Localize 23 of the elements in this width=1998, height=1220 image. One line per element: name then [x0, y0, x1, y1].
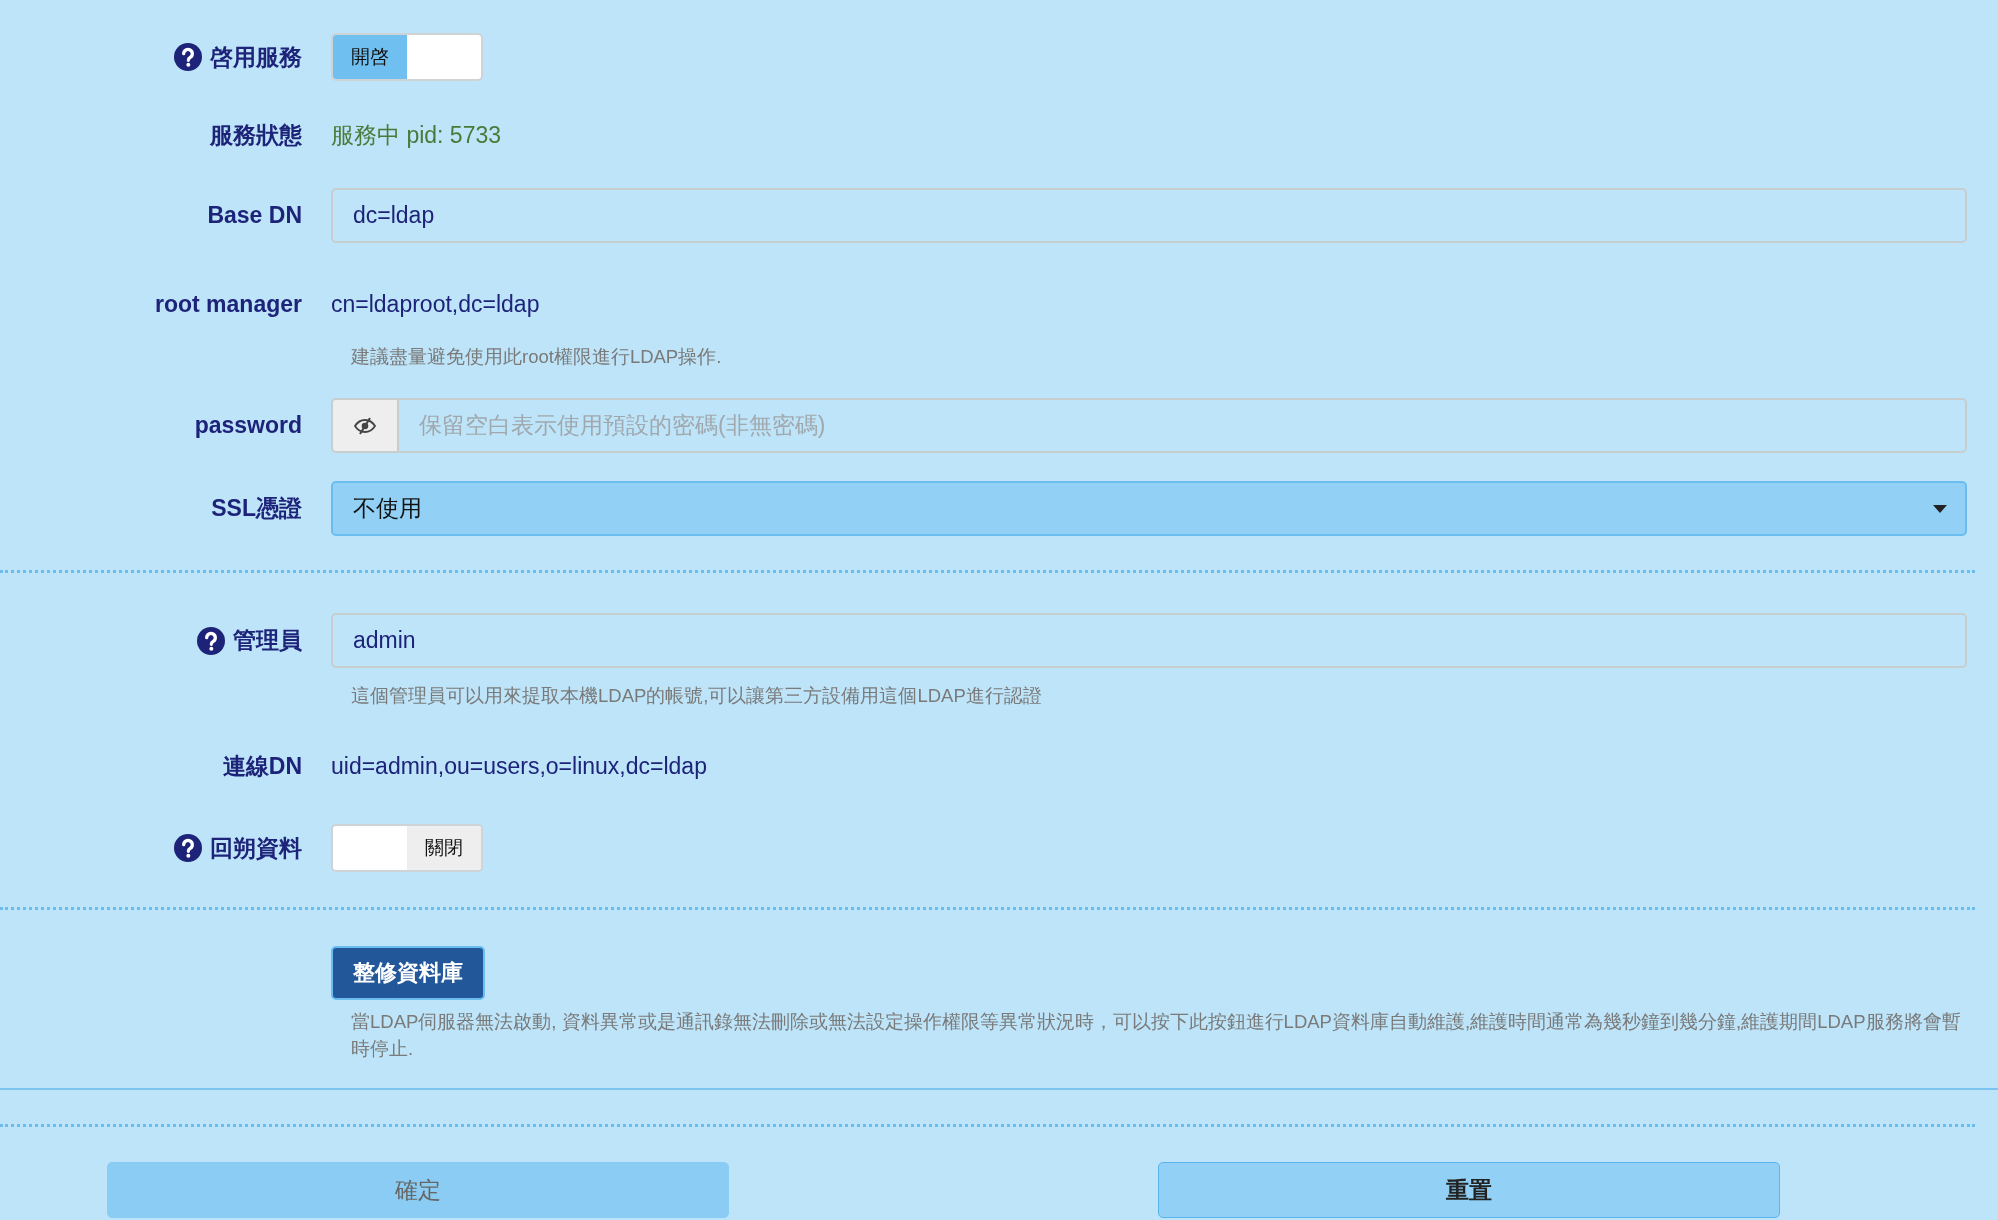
input-field[interactable]: dc=ldap: [331, 188, 1967, 243]
field-label: 服務狀態: [210, 120, 302, 150]
value-text: uid=admin,ou=users,o=linux,dc=ldap: [331, 752, 707, 780]
hint-text: 這個管理員可以用來提取本機LDAP的帳號,可以讓第三方設備用這個LDAP進行認證: [350, 684, 1043, 708]
toggle-switch[interactable]: 開啓: [331, 33, 483, 81]
hint-text: 建議盡量避免使用此root權限進行LDAP操作.: [350, 345, 723, 369]
field-label: 回朔資料: [210, 833, 302, 863]
value-text: cn=ldaproot,dc=ldap: [331, 290, 540, 318]
field-label: 啓用服務: [210, 42, 302, 72]
field-label: Base DN: [207, 202, 302, 229]
field-label: root manager: [155, 290, 302, 318]
caret-icon: [1933, 504, 1947, 513]
input-field[interactable]: admin: [331, 613, 1967, 668]
field-label: 連線DN: [222, 751, 302, 781]
toggle-switch[interactable]: 關閉: [331, 824, 483, 872]
field-label: 管理員: [233, 626, 302, 655]
select-field[interactable]: 不使用: [331, 481, 1967, 536]
reset-button[interactable]: 重置: [1158, 1162, 1780, 1218]
field-label: password: [194, 412, 302, 439]
status-text: 服務中 pid: 5733: [331, 120, 502, 150]
hint-text: 當LDAP伺服器無法啟動, 資料異常或是通訊錄無法刪除或無法設定操作權限等異常狀況時，可以按下此按鈕進行LDAP資料庫自動維護,維護時間通常為幾秒鐘到幾分鐘,維護期間LDAP服務將會暫時停止.: [350, 1010, 1962, 1061]
repair-database-button[interactable]: 整修資料庫: [331, 946, 485, 1000]
field-label: SSL憑證: [211, 494, 302, 523]
